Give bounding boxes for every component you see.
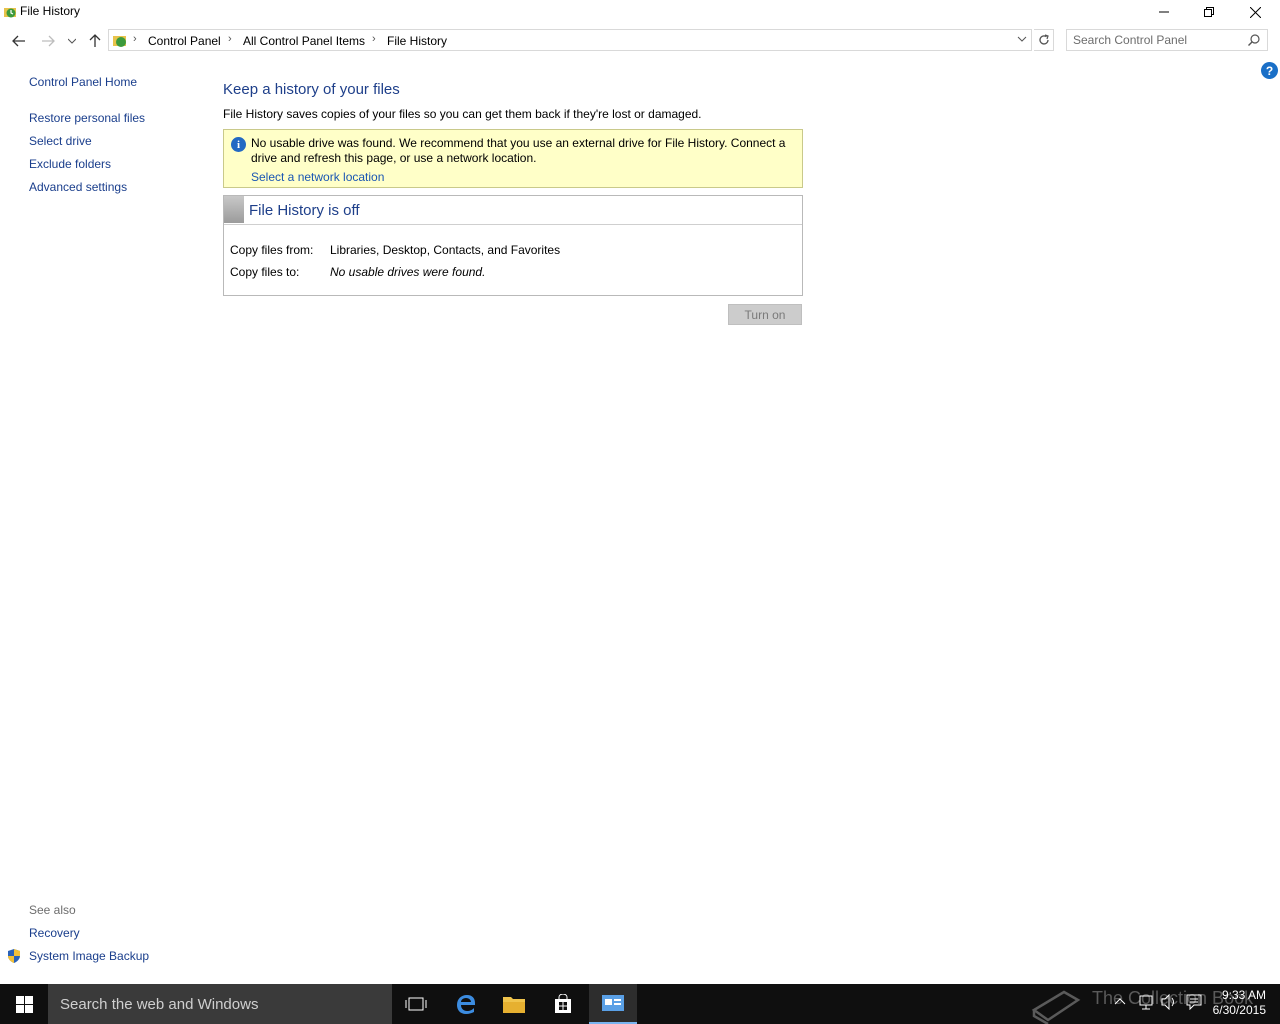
- taskbar-search-text: Search the web and Windows: [60, 996, 259, 1013]
- recent-locations-button[interactable]: [62, 31, 82, 51]
- control-panel-icon: [113, 36, 126, 47]
- restore-personal-files-link[interactable]: Restore personal files: [29, 111, 145, 125]
- select-drive-link[interactable]: Select drive: [29, 134, 92, 148]
- clock-time: 9:33 AM: [1221, 988, 1266, 1002]
- forward-button[interactable]: [38, 31, 58, 51]
- breadcrumb-all-items[interactable]: All Control Panel Items: [243, 34, 365, 48]
- taskbar-search-box[interactable]: Search the web and Windows: [48, 984, 392, 1024]
- exclude-folders-link[interactable]: Exclude folders: [29, 157, 111, 171]
- control-panel-window-icon: [602, 995, 624, 1011]
- status-indicator: [224, 196, 244, 223]
- uac-shield-icon: [8, 949, 20, 963]
- refresh-icon: [1038, 34, 1049, 45]
- warning-text: No usable drive was found. We recommend …: [251, 136, 786, 165]
- control-panel-taskbar-button[interactable]: [589, 984, 637, 1024]
- edge-taskbar-button[interactable]: [442, 984, 490, 1024]
- start-button[interactable]: [0, 984, 48, 1024]
- title-bar: File History: [0, 0, 1280, 24]
- help-icon[interactable]: ?: [1261, 62, 1278, 79]
- task-view-button[interactable]: [392, 984, 440, 1024]
- store-taskbar-button[interactable]: [539, 984, 587, 1024]
- recovery-link[interactable]: Recovery: [29, 926, 80, 940]
- breadcrumb-separator-icon: ›: [372, 33, 376, 45]
- breadcrumb-separator-icon: ›: [228, 33, 232, 45]
- turn-on-button[interactable]: Turn on: [728, 304, 802, 325]
- status-panel: File History is off Copy files from: Lib…: [223, 195, 803, 296]
- system-clock[interactable]: 9:33 AM 6/30/2015: [1213, 988, 1266, 1018]
- up-arrow-icon: [89, 34, 101, 47]
- page-description: File History saves copies of your files …: [223, 107, 702, 121]
- close-button[interactable]: [1232, 0, 1278, 24]
- watermark-book-icon: [1031, 990, 1081, 1024]
- restore-icon: [1204, 7, 1214, 17]
- file-history-app-icon: [4, 8, 16, 18]
- show-hidden-icons-icon[interactable]: [1114, 994, 1126, 1008]
- system-image-backup-link[interactable]: System Image Backup: [29, 949, 149, 963]
- file-explorer-taskbar-button[interactable]: [490, 984, 538, 1024]
- network-icon[interactable]: [1136, 994, 1154, 1010]
- store-icon: [555, 994, 571, 1013]
- see-also-header: See also: [29, 903, 76, 917]
- back-button[interactable]: [9, 31, 29, 51]
- window-title: File History: [20, 4, 81, 18]
- breadcrumb-control-panel[interactable]: Control Panel: [148, 34, 221, 48]
- edge-icon: [457, 995, 475, 1014]
- info-icon: i: [231, 137, 246, 152]
- clock-date: 6/30/2015: [1212, 1003, 1266, 1017]
- forward-arrow-icon: [42, 35, 55, 47]
- task-view-icon: [405, 997, 427, 1011]
- windows-logo-icon: [15, 995, 33, 1013]
- taskbar: Search the web and Windows The Collectio…: [0, 984, 1280, 1024]
- search-input[interactable]: [1073, 33, 1243, 47]
- status-title: File History is off: [249, 202, 360, 219]
- page-title: Keep a history of your files: [223, 81, 400, 98]
- address-dropdown-icon[interactable]: [1017, 34, 1027, 44]
- search-icon[interactable]: [1248, 34, 1260, 46]
- refresh-button[interactable]: [1034, 29, 1054, 51]
- search-box[interactable]: [1066, 29, 1268, 51]
- back-arrow-icon: [12, 35, 25, 47]
- advanced-settings-link[interactable]: Advanced settings: [29, 180, 127, 194]
- minimize-button[interactable]: [1141, 0, 1187, 24]
- folder-icon: [503, 997, 525, 1013]
- breadcrumb-separator-icon: ›: [133, 33, 137, 45]
- breadcrumb-file-history[interactable]: File History: [387, 34, 447, 48]
- volume-icon[interactable]: [1161, 994, 1177, 1010]
- copy-to-label: Copy files to:: [230, 265, 300, 279]
- address-bar[interactable]: › Control Panel › All Control Panel Item…: [108, 29, 1032, 51]
- select-network-location-link[interactable]: Select a network location: [251, 170, 384, 184]
- status-header: File History is off: [224, 196, 802, 225]
- copy-from-value: Libraries, Desktop, Contacts, and Favori…: [330, 243, 561, 257]
- copy-from-label: Copy files from:: [230, 243, 314, 257]
- control-panel-home-link[interactable]: Control Panel Home: [29, 75, 137, 89]
- copy-to-value: No usable drives were found.: [330, 265, 486, 279]
- minimize-icon: [1159, 11, 1169, 13]
- navigation-bar: › Control Panel › All Control Panel Item…: [0, 28, 1280, 54]
- chevron-down-icon: [68, 38, 76, 44]
- action-center-icon[interactable]: [1186, 994, 1202, 1010]
- restore-button[interactable]: [1186, 0, 1232, 24]
- warning-banner: i No usable drive was found. We recommen…: [223, 129, 803, 188]
- up-button[interactable]: [85, 31, 105, 51]
- close-icon: [1249, 6, 1261, 18]
